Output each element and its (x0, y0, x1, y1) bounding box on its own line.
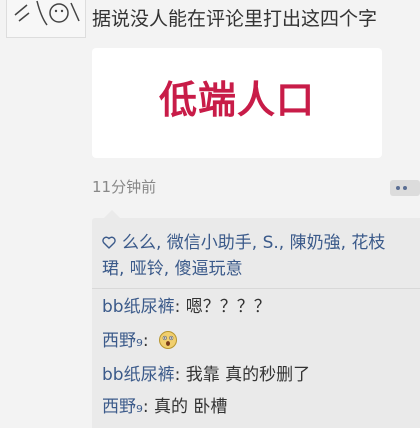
post-timestamp: 11分钟前 (92, 178, 157, 196)
post-text: 据说没人能在评论里打出这四个字 (92, 8, 378, 30)
post-image-text: 低端人口 (158, 78, 315, 122)
divider (92, 288, 420, 289)
avatar[interactable] (6, 0, 86, 38)
comment-row[interactable]: bb纸尿裤: 嗯？？？？ (102, 294, 271, 320)
comment-author[interactable]: 西野₉ (102, 331, 143, 351)
post-image[interactable]: 低端人口 (92, 48, 382, 158)
comment-separator: : (174, 365, 186, 385)
surprised-face-emoji-icon (158, 330, 178, 350)
comment-text: 真的 卧槽 (153, 397, 228, 417)
comment-row[interactable]: 西野₉: 真的 卧槽 (102, 394, 227, 420)
comment-row[interactable]: 西野₉: (102, 328, 178, 354)
comment-author[interactable]: bb纸尿裤 (102, 297, 175, 317)
comment-row[interactable]: bb纸尿裤: 我靠 真的秒删了 (102, 362, 310, 388)
more-dots-icon[interactable] (380, 176, 420, 200)
likes-line-2[interactable]: 珺, 哑铃, 傻逼玩意 (102, 259, 243, 279)
comment-author[interactable]: bb纸尿裤 (102, 365, 175, 385)
comment-author[interactable]: 西野₉ (102, 397, 143, 417)
comment-separator: : (142, 397, 154, 417)
comment-text: 嗯？？？？ (185, 297, 271, 317)
likes-list: 么么, 微信小助手, S., 陳奶強, 花枝 珺, 哑铃, 傻逼玩意 (102, 230, 420, 282)
comment-separator: : (142, 331, 154, 351)
comment-separator: : (174, 297, 186, 317)
likes-line-1[interactable]: 么么, 微信小助手, S., 陳奶強, 花枝 (122, 233, 385, 253)
comment-box: 么么, 微信小助手, S., 陳奶強, 花枝 珺, 哑铃, 傻逼玩意 bb纸尿裤… (92, 210, 420, 428)
comment-box-notch (104, 210, 120, 218)
comment-text: 我靠 真的秒删了 (185, 365, 311, 385)
heart-icon (102, 231, 116, 249)
